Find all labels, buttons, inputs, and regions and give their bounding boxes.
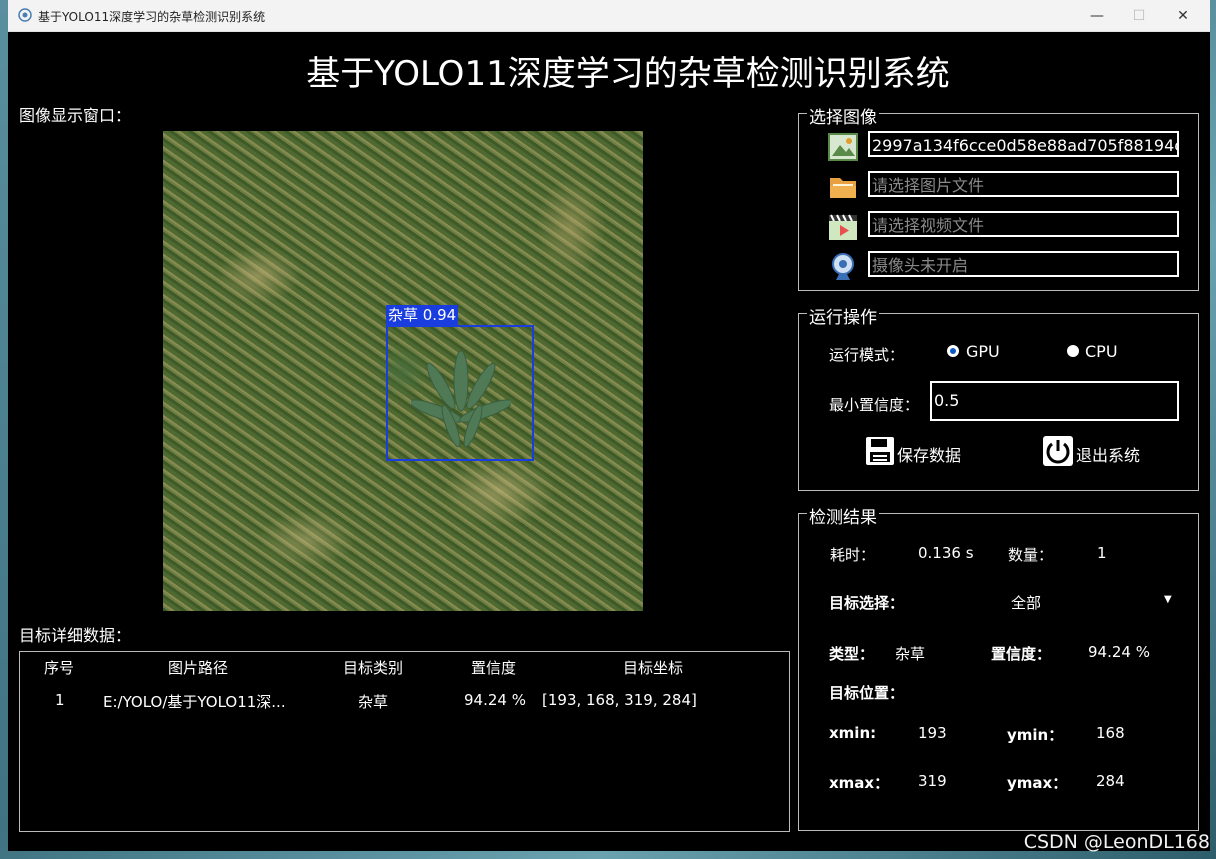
folder-path-input[interactable]: 请选择图片文件 bbox=[868, 171, 1179, 197]
cpu-radio[interactable] bbox=[1067, 345, 1079, 357]
count-value: 1 bbox=[1097, 544, 1107, 562]
save-data-label: 保存数据 bbox=[897, 446, 962, 465]
app-title: 基于YOLO11深度学习的杂草检测识别系统 bbox=[306, 54, 950, 94]
minimize-button[interactable]: — bbox=[1074, 0, 1120, 31]
camera-icon[interactable] bbox=[828, 252, 858, 282]
watermark: CSDN @LeonDL168 bbox=[1023, 831, 1210, 853]
detection-box-label: 杂草 0.94 bbox=[386, 305, 459, 325]
detection-image: 杂草 0.94 bbox=[163, 131, 643, 611]
type-value: 杂草 bbox=[895, 645, 926, 663]
details-label: 目标详细数据： bbox=[19, 626, 132, 645]
image-path-input[interactable]: 2997a134f6cce0d58e88ad705f88194c.jpg bbox=[868, 131, 1179, 157]
xmax-value: 319 bbox=[918, 772, 947, 790]
cpu-label[interactable]: CPU bbox=[1085, 342, 1118, 361]
save-icon bbox=[866, 437, 894, 465]
window-title: 基于YOLO11深度学习的杂草检测识别系统 bbox=[38, 10, 266, 24]
select-image-group: 选择图像 2997a134f6cce0d58e88ad705f88194c.jp… bbox=[798, 103, 1199, 291]
ymax-label: ymax： bbox=[1007, 774, 1068, 792]
ymin-label: ymin： bbox=[1007, 726, 1064, 744]
time-label: 耗时： bbox=[830, 546, 876, 564]
target-select-label: 目标选择： bbox=[829, 594, 905, 612]
table-cell-path: E:/YOLO/基于YOLO11深... bbox=[103, 693, 286, 711]
xmax-label: xmax： bbox=[829, 774, 890, 792]
run-operation-group: 运行操作 运行模式： GPU CPU 最小置信度： 0.5 保存数据 退出系统 bbox=[798, 303, 1199, 491]
ymax-value: 284 bbox=[1096, 772, 1125, 790]
video-file-icon[interactable] bbox=[828, 212, 858, 242]
power-icon bbox=[1043, 436, 1073, 466]
detection-result-group: 检测结果 耗时： 0.136 s 数量： 1 目标选择： 全部 ▼ 类型： 杂草… bbox=[798, 503, 1199, 831]
min-confidence-input[interactable]: 0.5 bbox=[930, 381, 1179, 421]
close-button[interactable]: ✕ bbox=[1160, 0, 1206, 31]
target-select-value: 全部 bbox=[1011, 594, 1042, 612]
table-header-index: 序号 bbox=[44, 659, 75, 677]
results-table[interactable]: 序号 图片路径 目标类别 置信度 目标坐标 1 E:/YOLO/基于YOLO11… bbox=[19, 651, 790, 832]
app-window: 基于YOLO11深度学习的杂草检测识别系统 — ☐ ✕ 基于YOLO11深度学习… bbox=[8, 0, 1210, 851]
target-position-label: 目标位置： bbox=[829, 684, 905, 702]
xmin-value: 193 bbox=[918, 724, 947, 742]
min-confidence-label: 最小置信度： bbox=[829, 396, 920, 414]
gpu-radio[interactable] bbox=[947, 345, 959, 357]
detection-bounding-box bbox=[386, 325, 534, 461]
detection-result-title: 检测结果 bbox=[807, 503, 879, 528]
type-label: 类型： bbox=[829, 645, 875, 663]
image-file-icon[interactable] bbox=[828, 132, 858, 162]
camera-status-input[interactable]: 摄像头未开启 bbox=[868, 251, 1179, 277]
xmin-label: xmin: bbox=[829, 724, 877, 742]
run-operation-title: 运行操作 bbox=[807, 303, 879, 328]
table-cell-coordinates: [193, 168, 319, 284] bbox=[542, 691, 697, 709]
folder-icon[interactable] bbox=[828, 172, 858, 202]
table-cell-class: 杂草 bbox=[358, 693, 389, 711]
result-confidence-label: 置信度： bbox=[991, 645, 1052, 663]
gpu-label[interactable]: GPU bbox=[966, 342, 1000, 361]
video-path-input[interactable]: 请选择视频文件 bbox=[868, 211, 1179, 237]
table-cell-confidence: 94.24 % bbox=[464, 691, 526, 709]
chevron-down-icon: ▼ bbox=[1164, 594, 1172, 605]
count-label: 数量： bbox=[1008, 546, 1054, 564]
exit-system-label: 退出系统 bbox=[1076, 446, 1141, 465]
table-header-confidence: 置信度 bbox=[471, 659, 517, 677]
title-bar: 基于YOLO11深度学习的杂草检测识别系统 — ☐ ✕ bbox=[8, 0, 1210, 32]
maximize-button[interactable]: ☐ bbox=[1116, 0, 1162, 31]
result-confidence-value: 94.24 % bbox=[1088, 643, 1150, 661]
select-image-title: 选择图像 bbox=[807, 103, 879, 128]
ymin-value: 168 bbox=[1096, 724, 1125, 742]
table-header-path: 图片路径 bbox=[168, 659, 229, 677]
image-window-label: 图像显示窗口： bbox=[19, 106, 132, 125]
run-mode-label: 运行模式： bbox=[829, 346, 905, 364]
table-header-class: 目标类别 bbox=[343, 659, 404, 677]
app-icon bbox=[18, 8, 32, 22]
time-value: 0.136 s bbox=[918, 544, 974, 562]
table-header-coordinates: 目标坐标 bbox=[623, 659, 684, 677]
table-cell-index: 1 bbox=[55, 691, 65, 709]
